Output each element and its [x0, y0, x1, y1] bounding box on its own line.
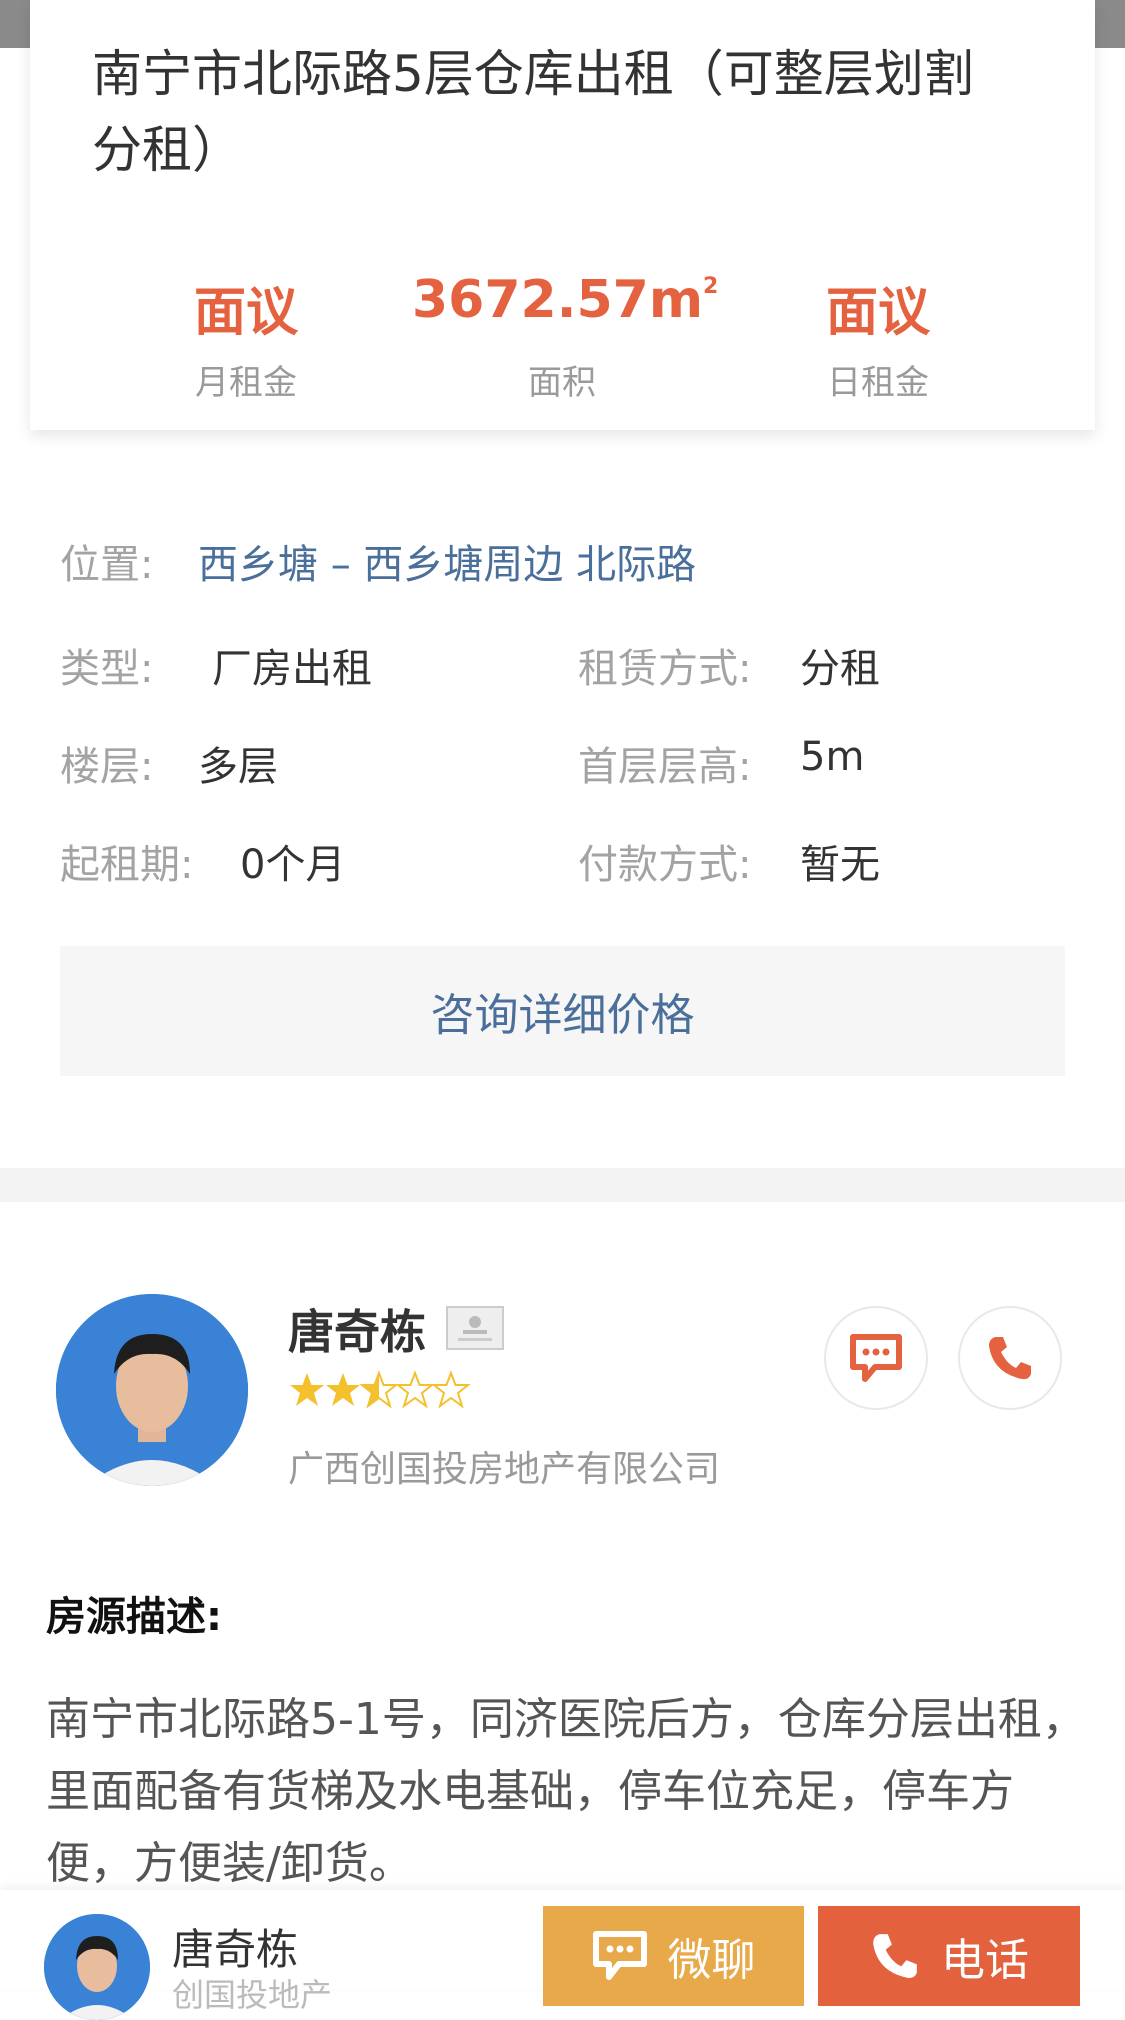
start-period-label: 起租期: [60, 842, 194, 888]
payment-value: 暂无 [800, 842, 880, 888]
height-label: 首层层高: [578, 744, 752, 790]
listing-title: 南宁市北际路5层仓库出租（可整层划割分租） [92, 45, 974, 179]
agent-avatar[interactable] [56, 1294, 248, 1486]
wechat-chat-label: 微聊 [667, 1935, 756, 1986]
location-link[interactable]: 西乡塘 – 西乡塘周边 北际路 [198, 532, 696, 590]
floor-label: 楼层: [60, 744, 154, 790]
description-text: 南宁市北际路5-1号，同济医院后方，仓库分层出租，里面配备有货梯及水电基础，停车… [46, 1694, 1086, 1889]
phone-icon [873, 1934, 917, 1978]
monthly-rent-value: 面议 [193, 283, 298, 343]
monthly-rent-label: 月租金 [195, 363, 297, 403]
bottom-agent-avatar [44, 1914, 150, 2020]
chat-button[interactable] [824, 1306, 928, 1410]
agent-rating [288, 1370, 478, 1424]
chat-bubble-icon [850, 1334, 902, 1382]
section-divider [0, 1168, 1125, 1202]
height-value: 5m [800, 734, 865, 780]
wechat-chat-button[interactable]: 微聊 [543, 1906, 804, 2006]
bottom-agent-subtitle: 创国投地产 [172, 1976, 333, 2014]
consult-price-button[interactable]: 咨询详细价格 [60, 946, 1065, 1076]
daily-rent-label: 日租金 [827, 363, 929, 403]
call-button[interactable] [958, 1306, 1062, 1410]
bottom-agent-name: 唐奇栋 [172, 1925, 299, 1974]
phone-icon [989, 1337, 1031, 1380]
type-value: 厂房出租 [212, 646, 372, 692]
payment-label: 付款方式: [578, 842, 752, 888]
area-value: 3672.57m2 [412, 270, 719, 330]
location-label: 位置: [60, 542, 154, 588]
phone-call-label: 电话 [941, 1935, 1029, 1986]
id-card-icon [446, 1306, 504, 1350]
star-filled-icon [290, 1373, 324, 1406]
area-label: 面积 [528, 363, 596, 403]
lease-label: 租赁方式: [578, 646, 752, 692]
agent-company: 广西创国投房地产有限公司 [288, 1449, 721, 1490]
phone-call-button[interactable]: 电话 [818, 1906, 1080, 2006]
daily-rent-value: 面议 [825, 283, 930, 343]
start-period-value: 0个月 [240, 842, 346, 888]
agent-name: 唐奇栋 [288, 1305, 426, 1359]
description-heading: 房源描述: [46, 1594, 222, 1640]
floor-value: 多层 [198, 744, 278, 790]
lease-value: 分租 [800, 646, 880, 692]
type-label: 类型: [60, 646, 154, 692]
chat-bubble-icon [592, 1931, 647, 1980]
